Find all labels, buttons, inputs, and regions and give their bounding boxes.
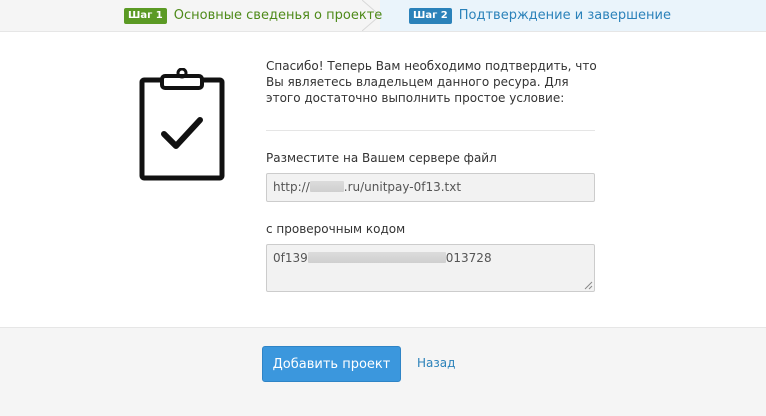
resize-grip-icon[interactable] xyxy=(583,280,593,290)
step-1-label: Основные сведенья о проекте xyxy=(173,8,383,23)
step-2-badge: Шаг 2 xyxy=(409,7,452,24)
step-1-badge: Шаг 1 xyxy=(124,7,167,24)
file-label: Разместите на Вашем сервере файл xyxy=(266,151,497,165)
redacted-domain xyxy=(309,181,344,192)
add-project-button[interactable]: Добавить проект xyxy=(262,346,401,382)
verification-code-field[interactable]: 0f139 013728 xyxy=(266,244,595,292)
divider xyxy=(266,130,595,131)
back-link[interactable]: Назад xyxy=(417,356,455,370)
redacted-code xyxy=(307,252,446,263)
steps-bar: Шаг 1 Основные сведенья о проекте Шаг 2 … xyxy=(0,0,766,32)
file-url-suffix: .ru/unitpay-0f13.txt xyxy=(343,180,462,194)
file-url-field[interactable]: http:// .ru/unitpay-0f13.txt xyxy=(266,173,595,202)
code-prefix: 0f139 xyxy=(273,251,308,265)
intro-text: Спасибо! Теперь Вам необходимо подтверди… xyxy=(266,59,597,105)
step-2-label: Подтверждение и завершение xyxy=(458,8,671,23)
clipboard-check-icon xyxy=(139,68,225,181)
code-suffix: 013728 xyxy=(445,251,492,265)
code-label: с проверочным кодом xyxy=(266,222,406,236)
step-2: Шаг 2 Подтверждение и завершение xyxy=(409,0,671,31)
step-1: Шаг 1 Основные сведенья о проекте xyxy=(124,0,382,31)
file-url-prefix: http:// xyxy=(273,180,310,194)
